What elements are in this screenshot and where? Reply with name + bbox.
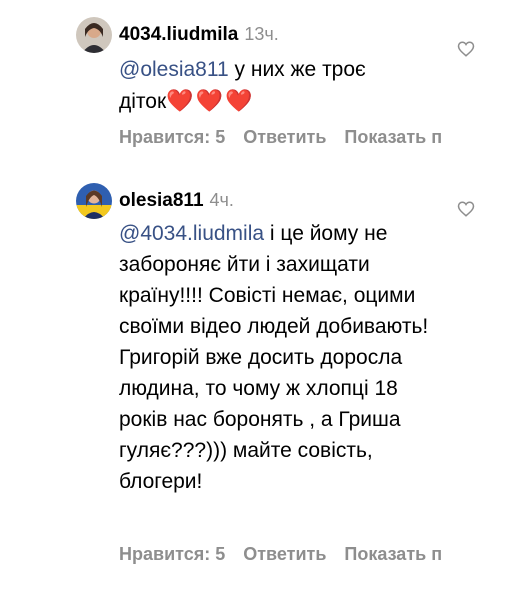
comment-header: 4034.liudmila 13ч. <box>119 22 279 48</box>
heart-outline-icon[interactable] <box>457 200 475 218</box>
show-translation-button[interactable]: Показать п <box>344 127 442 147</box>
timestamp: 13ч. <box>244 24 279 44</box>
reply-button[interactable]: Ответить <box>243 127 326 147</box>
comment-item: olesia811 4ч. @4034.liudmila і це йому не… <box>0 170 507 600</box>
reply-button[interactable]: Ответить <box>243 544 326 564</box>
show-translation-button[interactable]: Показать п <box>344 544 442 564</box>
heart-outline-icon[interactable] <box>457 40 475 58</box>
comment-text: @olesia811 у них же троє діток❤️❤️❤️ <box>119 54 439 117</box>
likes-count[interactable]: Нравится: 5 <box>119 127 225 147</box>
comment-text-part: у них же троє <box>228 58 366 81</box>
comment-header: olesia811 4ч. <box>119 188 234 214</box>
mention-link[interactable]: @olesia811 <box>119 58 229 81</box>
mention-link[interactable]: @4034.liudmila <box>119 222 264 245</box>
timestamp: 4ч. <box>209 190 234 210</box>
comment-actions: Нравится: 5 Ответить Показать п <box>119 542 460 566</box>
comment-actions: Нравится: 5 Ответить Показать п <box>119 125 460 149</box>
avatar[interactable] <box>76 17 112 53</box>
comment-text-part: і це йому не забороняє йти і захищати кр… <box>119 222 429 493</box>
likes-count[interactable]: Нравится: 5 <box>119 544 225 564</box>
heart-emoji: ❤️❤️❤️ <box>166 88 255 113</box>
avatar[interactable] <box>76 183 112 219</box>
comment-text-part: діток <box>119 90 167 113</box>
comment-text: @4034.liudmila і це йому не забороняє йт… <box>119 218 449 497</box>
comment-item: 4034.liudmila 13ч. @olesia811 у них же тр… <box>0 0 507 170</box>
username[interactable]: olesia811 <box>119 190 204 211</box>
username[interactable]: 4034.liudmila <box>119 24 238 45</box>
